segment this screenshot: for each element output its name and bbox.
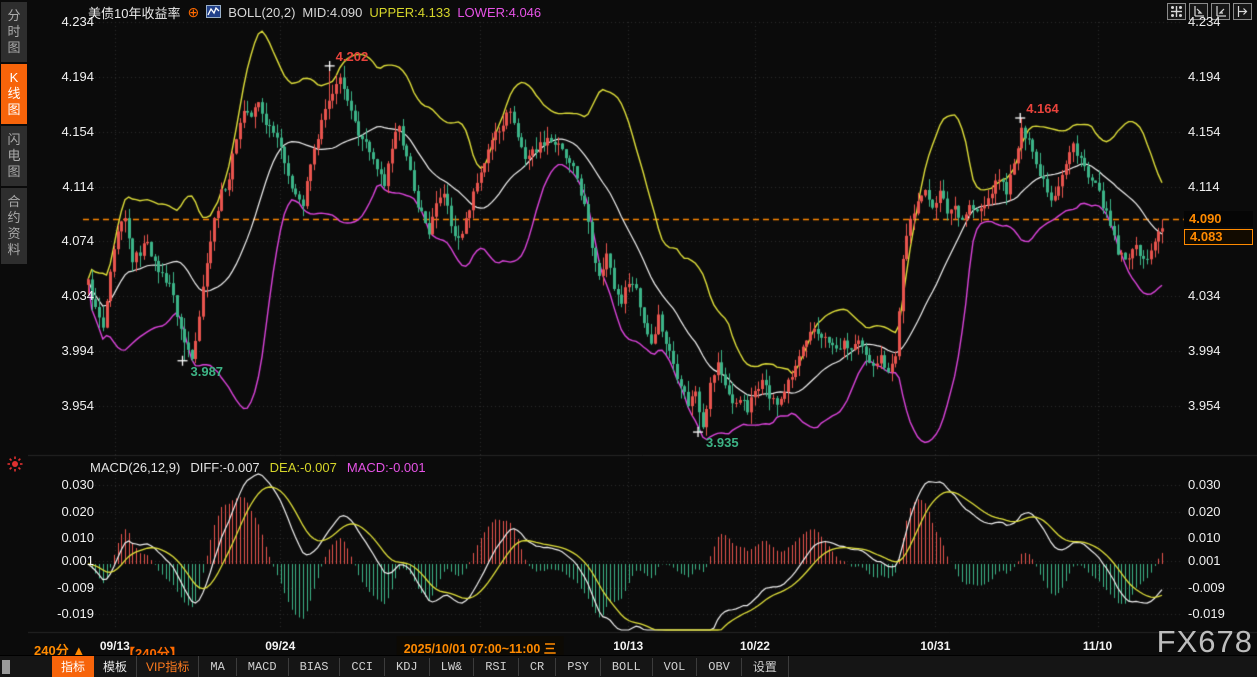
macd-tick-label: 0.001 bbox=[1188, 553, 1221, 568]
sidebar-tab-4[interactable]: 合 约 资 料 bbox=[1, 188, 27, 264]
indicator-button-obv[interactable]: OBV bbox=[697, 658, 742, 676]
price-tick-label: 4.234 bbox=[38, 14, 94, 29]
price-tick-label: 3.954 bbox=[1188, 398, 1221, 413]
price-tick-label: 4.234 bbox=[1188, 14, 1221, 29]
macd-tick-label: 0.020 bbox=[38, 504, 94, 519]
panel-handle-icon[interactable] bbox=[2, 660, 10, 674]
indicator-button-vol[interactable]: VOL bbox=[653, 658, 698, 676]
price-tick-label: 4.114 bbox=[1188, 179, 1220, 194]
macd-header: MACD(26,12,9) DIFF:-0.007 DEA:-0.007 MAC… bbox=[90, 460, 426, 475]
macd-tick-label: -0.019 bbox=[1188, 606, 1225, 621]
trading-app-window: 分 时 图K 线 图闪 电 图合 约 资 料 美债10年收益率 【240分】 ⊕ bbox=[0, 0, 1257, 677]
macd-tick-label: 0.010 bbox=[38, 530, 94, 545]
price-tick-label: 3.954 bbox=[38, 398, 94, 413]
price-tick-label: 4.034 bbox=[1188, 288, 1221, 303]
axis-shift-icon[interactable] bbox=[1233, 3, 1252, 20]
indicator-button-设置[interactable]: 设置 bbox=[742, 656, 789, 677]
price-tick-label: 4.154 bbox=[38, 124, 94, 139]
x-axis-date-label: 11/10 bbox=[1083, 639, 1112, 653]
indicator-button-boll[interactable]: BOLL bbox=[601, 658, 653, 676]
macd-tick-label: -0.019 bbox=[38, 606, 94, 621]
macd-tick-label: 0.001 bbox=[38, 553, 94, 568]
price-tick-label: 4.194 bbox=[38, 69, 94, 84]
price-tick-label: 4.074 bbox=[38, 233, 94, 248]
boll-lower-value: LOWER:4.046 bbox=[457, 5, 541, 20]
macd-tick-label: -0.009 bbox=[38, 580, 94, 595]
indicator-button-cci[interactable]: CCI bbox=[340, 658, 385, 676]
toolbar-tab-3[interactable]: VIP指标 bbox=[137, 656, 199, 677]
macd-tick-label: 0.030 bbox=[1188, 477, 1221, 492]
indicator-button-bias[interactable]: BIAS bbox=[289, 658, 341, 676]
price-tick-label: 3.994 bbox=[1188, 343, 1221, 358]
boll-mid-value: MID:4.090 bbox=[302, 5, 362, 20]
price-annotation: 3.987 bbox=[191, 364, 224, 379]
macd-diff-value: DIFF:-0.007 bbox=[190, 460, 259, 475]
crosshair-icon[interactable] bbox=[1167, 3, 1186, 20]
x-axis-date-label: 10/13 bbox=[613, 639, 643, 653]
macd-params-label: MACD(26,12,9) bbox=[90, 460, 180, 475]
x-axis-date-label: 10/31 bbox=[920, 639, 950, 653]
indicator-button-kdj[interactable]: KDJ bbox=[385, 658, 430, 676]
price-tick-label: 4.034 bbox=[38, 288, 94, 303]
record-dot-icon[interactable] bbox=[7, 456, 23, 472]
chart-header: 美债10年收益率 【240分】 ⊕ BOLL(20,2) MID:4.090 U… bbox=[88, 3, 541, 22]
price-annotation: 4.202 bbox=[336, 49, 369, 64]
add-compare-icon[interactable]: ⊕ bbox=[187, 4, 199, 21]
boll-params-label: BOLL(20,2) bbox=[228, 5, 295, 20]
indicator-toolbar: 指标模板VIP指标MAMACDBIASCCIKDJLW&RSICRPSYBOLL… bbox=[0, 655, 1257, 677]
indicator-button-macd[interactable]: MACD bbox=[237, 658, 289, 676]
indicator-button-rsi[interactable]: RSI bbox=[474, 658, 519, 676]
macd-tick-label: 0.010 bbox=[1188, 530, 1221, 545]
macd-bar-value: MACD:-0.001 bbox=[347, 460, 426, 475]
x-axis-date-label: 09/24 bbox=[265, 639, 295, 653]
instrument-title: 美债10年收益率 bbox=[88, 3, 180, 22]
price-tick-label: 3.994 bbox=[38, 343, 94, 358]
price-annotation: 4.164 bbox=[1026, 101, 1059, 116]
price-tick-label: 4.114 bbox=[38, 179, 94, 194]
price-tick-label: 4.154 bbox=[1188, 124, 1221, 139]
sidebar-tab-2[interactable]: K 线 图 bbox=[1, 64, 27, 124]
macd-dea-value: DEA:-0.007 bbox=[270, 460, 337, 475]
last-price-tag: 4.083 bbox=[1184, 229, 1253, 245]
price-tick-label: 4.194 bbox=[1188, 69, 1221, 84]
sidebar-tab-1[interactable]: 分 时 图 bbox=[1, 2, 27, 62]
indicator-button-ma[interactable]: MA bbox=[199, 658, 236, 676]
toolbar-tab-1[interactable]: 指标 bbox=[52, 656, 94, 677]
indicator-button-psy[interactable]: PSY bbox=[556, 658, 601, 676]
macd-tick-label: 0.020 bbox=[1188, 504, 1221, 519]
mini-linechart-icon bbox=[206, 5, 221, 21]
x-axis-date-label: 10/22 bbox=[740, 639, 770, 653]
indicator-button-lw&[interactable]: LW& bbox=[430, 658, 475, 676]
macd-tick-label: 0.030 bbox=[38, 477, 94, 492]
macd-tick-label: -0.009 bbox=[1188, 580, 1225, 595]
indicator-button-cr[interactable]: CR bbox=[519, 658, 556, 676]
mid-price-tag: 4.090 bbox=[1184, 211, 1253, 227]
chart-canvas[interactable] bbox=[28, 0, 1257, 655]
x-axis-date-label: 09/13 bbox=[100, 639, 130, 653]
toolbar-tab-2[interactable]: 模板 bbox=[94, 656, 137, 677]
price-annotation: 3.935 bbox=[706, 435, 739, 450]
boll-upper-value: UPPER:4.133 bbox=[369, 5, 450, 20]
chart-type-sidebar: 分 时 图K 线 图闪 电 图合 约 资 料 bbox=[0, 0, 28, 677]
sidebar-tab-3[interactable]: 闪 电 图 bbox=[1, 126, 27, 186]
